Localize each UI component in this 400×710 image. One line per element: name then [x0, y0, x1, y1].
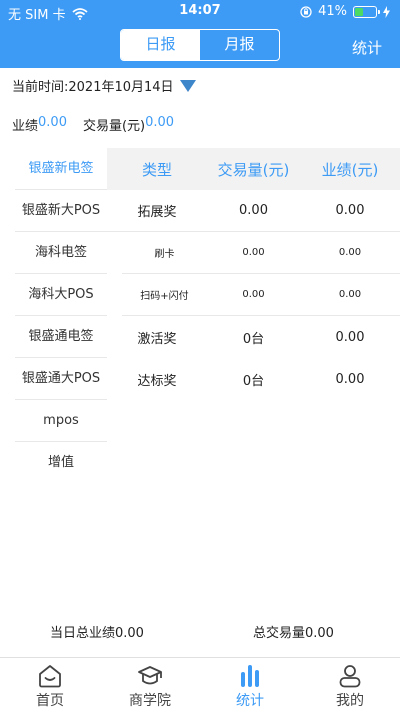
table-row: 拓展奖 0.00 0.00	[107, 190, 400, 232]
header: 无 SIM 卡 14:07 41% 日报 月报 统计	[0, 0, 400, 68]
product-item[interactable]: 海科电签	[15, 232, 107, 274]
home-icon	[39, 665, 61, 688]
product-item[interactable]: 增值	[15, 442, 107, 484]
tab-academy[interactable]: 商学院	[100, 658, 200, 710]
graduation-cap-icon	[138, 666, 162, 685]
product-list: 银盛新电签 银盛新大POS 海科电签 海科大POS 银盛通电签 银盛通大POS …	[15, 148, 107, 484]
table-header: 类型 交易量(元) 业绩(元)	[107, 148, 400, 190]
product-item[interactable]: 银盛新电签	[15, 148, 107, 190]
statistics-nav-button[interactable]: 统计	[352, 37, 382, 58]
cell-type: 扫码+闪付	[140, 291, 189, 302]
cell-type: 拓展奖	[137, 205, 177, 220]
status-bar: 无 SIM 卡 14:07 41%	[0, 0, 400, 24]
bottom-tab-bar: 首页 商学院 统计 我的	[0, 657, 400, 710]
table-row: 扫码+闪付 0.00 0.00	[122, 274, 400, 316]
summary-row: 业绩 0.00 交易量(元) 0.00	[12, 115, 174, 134]
battery-percent: 41%	[318, 4, 347, 19]
report-period-toggle: 日报 月报	[120, 29, 280, 61]
battery-icon	[353, 5, 380, 18]
tab-statistics[interactable]: 统计	[200, 658, 300, 710]
tab-label: 统计	[236, 693, 264, 709]
cell-type: 刷卡	[154, 249, 175, 260]
table-row: 激活奖 0台 0.00	[107, 316, 400, 358]
dropdown-triangle-icon[interactable]	[180, 80, 196, 92]
current-date-label: 当前时间:2021年10月14日	[12, 80, 174, 95]
status-right: 41%	[300, 4, 390, 19]
tab-home[interactable]: 首页	[0, 658, 100, 710]
cell-perf: 0.00	[338, 289, 362, 300]
tx-label: 交易量(元)	[82, 119, 146, 134]
table-row: 刷卡 0.00 0.00	[122, 232, 400, 274]
product-item[interactable]: 银盛通电签	[15, 316, 107, 358]
product-item[interactable]: mpos	[15, 400, 107, 442]
charging-icon	[383, 5, 390, 18]
tab-profile[interactable]: 我的	[300, 658, 400, 710]
cell-tx: 0台	[242, 373, 265, 389]
perf-value: 0.00	[38, 115, 67, 130]
cell-tx: 0台	[242, 331, 265, 347]
stats-table: 类型 交易量(元) 业绩(元) 拓展奖 0.00 0.00 刷卡 0.00 0.…	[107, 148, 400, 400]
tab-daily-report[interactable]: 日报	[121, 30, 200, 60]
cell-perf: 0.00	[335, 371, 365, 387]
date-selector[interactable]: 当前时间:2021年10月14日	[12, 76, 392, 96]
cell-tx: 0.00	[242, 247, 265, 258]
tab-label: 我的	[336, 693, 364, 709]
cell-perf: 0.00	[335, 329, 365, 345]
product-item[interactable]: 银盛通大POS	[15, 358, 107, 400]
header-perf: 业绩(元)	[321, 160, 379, 179]
totals-row: 当日总业绩0.00 总交易量0.00	[0, 622, 400, 642]
product-item[interactable]: 海科大POS	[15, 274, 107, 316]
header-type: 类型	[141, 160, 172, 179]
tab-label: 首页	[36, 693, 64, 709]
battery-level	[355, 7, 363, 16]
cell-type: 激活奖	[137, 331, 177, 347]
user-icon	[339, 665, 361, 688]
perf-label: 业绩	[12, 119, 39, 134]
cell-perf: 0.00	[338, 247, 362, 258]
cell-perf: 0.00	[335, 203, 365, 218]
cell-type: 达标奖	[137, 373, 177, 389]
tab-monthly-report[interactable]: 月报	[200, 30, 279, 60]
cell-tx: 0.00	[239, 203, 268, 218]
table-row: 达标奖 0台 0.00	[107, 358, 400, 400]
product-item[interactable]: 银盛新大POS	[15, 190, 107, 232]
tx-value: 0.00	[145, 115, 175, 130]
header-tx: 交易量(元)	[217, 160, 290, 179]
orientation-lock-icon	[300, 5, 312, 18]
bar-chart-icon	[241, 665, 259, 687]
cell-tx: 0.00	[242, 289, 265, 300]
total-transaction-volume: 总交易量0.00	[253, 626, 334, 641]
day-total-performance: 当日总业绩0.00	[50, 626, 144, 641]
tab-label: 商学院	[129, 693, 171, 709]
